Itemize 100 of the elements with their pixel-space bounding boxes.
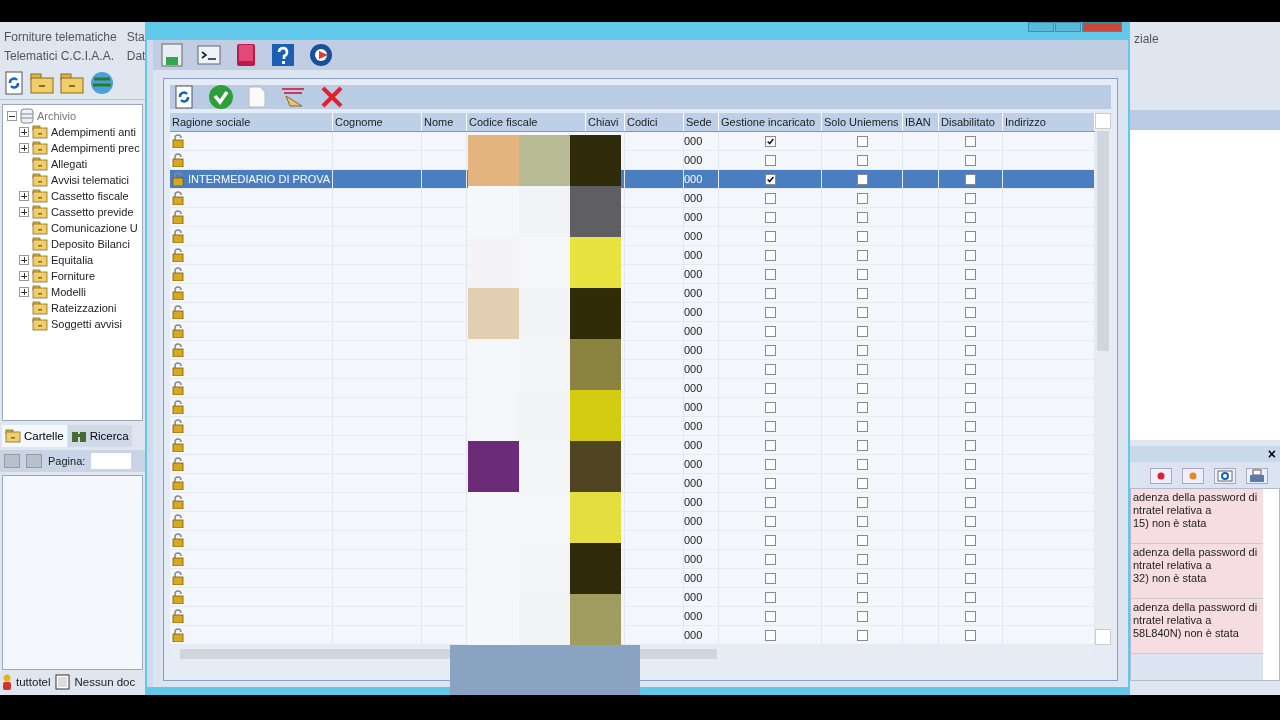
checkbox[interactable] <box>856 401 868 413</box>
checkbox[interactable] <box>856 363 868 375</box>
checkbox[interactable] <box>764 173 776 185</box>
tree-item[interactable]: Equitalia <box>51 254 94 266</box>
checkbox[interactable] <box>965 629 976 641</box>
tree-item[interactable]: Deposito Bilanci <box>51 238 130 250</box>
folder-icon[interactable] <box>60 72 84 94</box>
expand-toggle[interactable] <box>19 127 29 137</box>
checkbox[interactable] <box>965 268 976 280</box>
checkbox[interactable] <box>965 363 976 375</box>
checkbox[interactable] <box>856 572 868 584</box>
checkbox[interactable] <box>764 325 776 337</box>
toolbar-button[interactable] <box>1246 468 1268 484</box>
checkbox[interactable] <box>965 439 976 451</box>
globe-icon[interactable] <box>90 71 114 95</box>
checkbox[interactable] <box>764 458 776 470</box>
checkbox[interactable] <box>856 230 868 242</box>
column-header[interactable]: Codice fiscale <box>467 113 586 131</box>
tree-item[interactable]: Forniture <box>51 270 96 282</box>
checkbox[interactable] <box>965 591 976 603</box>
checkbox[interactable] <box>856 439 868 451</box>
tree-item[interactable]: Archivio <box>37 110 77 122</box>
save-icon[interactable] <box>161 43 183 67</box>
scrollbar[interactable] <box>1095 113 1111 645</box>
refresh-icon[interactable] <box>4 71 24 95</box>
toolbar-button[interactable] <box>1182 468 1204 484</box>
collapse-toggle[interactable] <box>7 111 17 121</box>
checkbox[interactable] <box>965 496 976 508</box>
checkbox[interactable] <box>764 515 776 527</box>
page-field[interactable] <box>91 453 132 469</box>
check-icon[interactable] <box>208 84 234 110</box>
checkbox[interactable] <box>856 287 868 299</box>
column-header[interactable]: IBAN <box>903 113 939 131</box>
column-header[interactable]: Ragione sociale <box>170 113 333 131</box>
checkbox[interactable] <box>856 154 868 166</box>
terminal-icon[interactable] <box>197 45 221 65</box>
checkbox[interactable] <box>764 287 776 299</box>
checkbox[interactable] <box>764 401 776 413</box>
checkbox[interactable] <box>965 192 976 204</box>
menu-item[interactable]: Telematici C.C.I.A.A. <box>4 49 117 63</box>
column-header[interactable]: Nome <box>422 113 467 131</box>
eraser-icon[interactable] <box>280 86 306 108</box>
checkbox[interactable] <box>764 629 776 641</box>
checkbox[interactable] <box>965 382 976 394</box>
checkbox[interactable] <box>965 553 976 565</box>
message-item[interactable]: adenza della password di ntratel relativa a 32) non è stata <box>1131 544 1263 599</box>
checkbox[interactable] <box>856 344 868 356</box>
checkbox[interactable] <box>965 287 976 299</box>
scrollbar[interactable] <box>1263 489 1279 680</box>
checkbox[interactable] <box>856 534 868 546</box>
checkbox[interactable] <box>764 382 776 394</box>
expand-toggle[interactable] <box>19 191 29 201</box>
checkbox[interactable] <box>764 477 776 489</box>
checkbox[interactable] <box>856 211 868 223</box>
checkbox[interactable] <box>764 249 776 261</box>
checkbox[interactable] <box>965 534 976 546</box>
help-icon[interactable] <box>271 43 295 67</box>
tab[interactable]: Cartelle <box>2 425 67 447</box>
checkbox[interactable] <box>764 553 776 565</box>
message-item[interactable]: adenza della password di ntratel relativa a 15) non è stata <box>1131 489 1263 544</box>
checkbox[interactable] <box>764 591 776 603</box>
checkbox[interactable] <box>764 344 776 356</box>
checkbox[interactable] <box>856 325 868 337</box>
checkbox[interactable] <box>856 496 868 508</box>
tree-item[interactable]: Adempimenti anti <box>51 126 136 138</box>
expand-toggle[interactable] <box>19 287 29 297</box>
checkbox[interactable] <box>764 192 776 204</box>
close-icon[interactable] <box>320 85 344 109</box>
checkbox[interactable] <box>856 306 868 318</box>
checkbox[interactable] <box>965 230 976 242</box>
tree-item[interactable]: Cassetto previde <box>51 206 134 218</box>
checkbox[interactable] <box>764 534 776 546</box>
book-icon[interactable] <box>235 43 257 67</box>
menu-item[interactable]: Forniture telematiche <box>4 30 117 44</box>
checkbox[interactable] <box>965 249 976 261</box>
checkbox[interactable] <box>965 401 976 413</box>
checkbox[interactable] <box>965 344 976 356</box>
checkbox[interactable] <box>965 154 976 166</box>
checkbox[interactable] <box>764 230 776 242</box>
checkbox[interactable] <box>764 363 776 375</box>
close-button[interactable]: × <box>1263 446 1280 462</box>
checkbox[interactable] <box>965 458 976 470</box>
checkbox[interactable] <box>764 135 776 147</box>
checkbox[interactable] <box>856 477 868 489</box>
checkbox[interactable] <box>856 135 868 147</box>
checkbox[interactable] <box>856 268 868 280</box>
checkbox[interactable] <box>764 439 776 451</box>
tree-item[interactable]: Adempimenti prec <box>51 142 140 154</box>
checkbox[interactable] <box>965 325 976 337</box>
checkbox[interactable] <box>764 154 776 166</box>
checkbox[interactable] <box>856 458 868 470</box>
column-header[interactable]: Chiavi <box>586 113 625 131</box>
column-header[interactable]: Disabilitato <box>939 113 1003 131</box>
folder-icon[interactable] <box>30 72 54 94</box>
checkbox[interactable] <box>856 249 868 261</box>
checkbox[interactable] <box>965 306 976 318</box>
checkbox[interactable] <box>764 211 776 223</box>
exit-icon[interactable] <box>309 43 333 67</box>
checkbox[interactable] <box>856 192 868 204</box>
expand-toggle[interactable] <box>19 207 29 217</box>
